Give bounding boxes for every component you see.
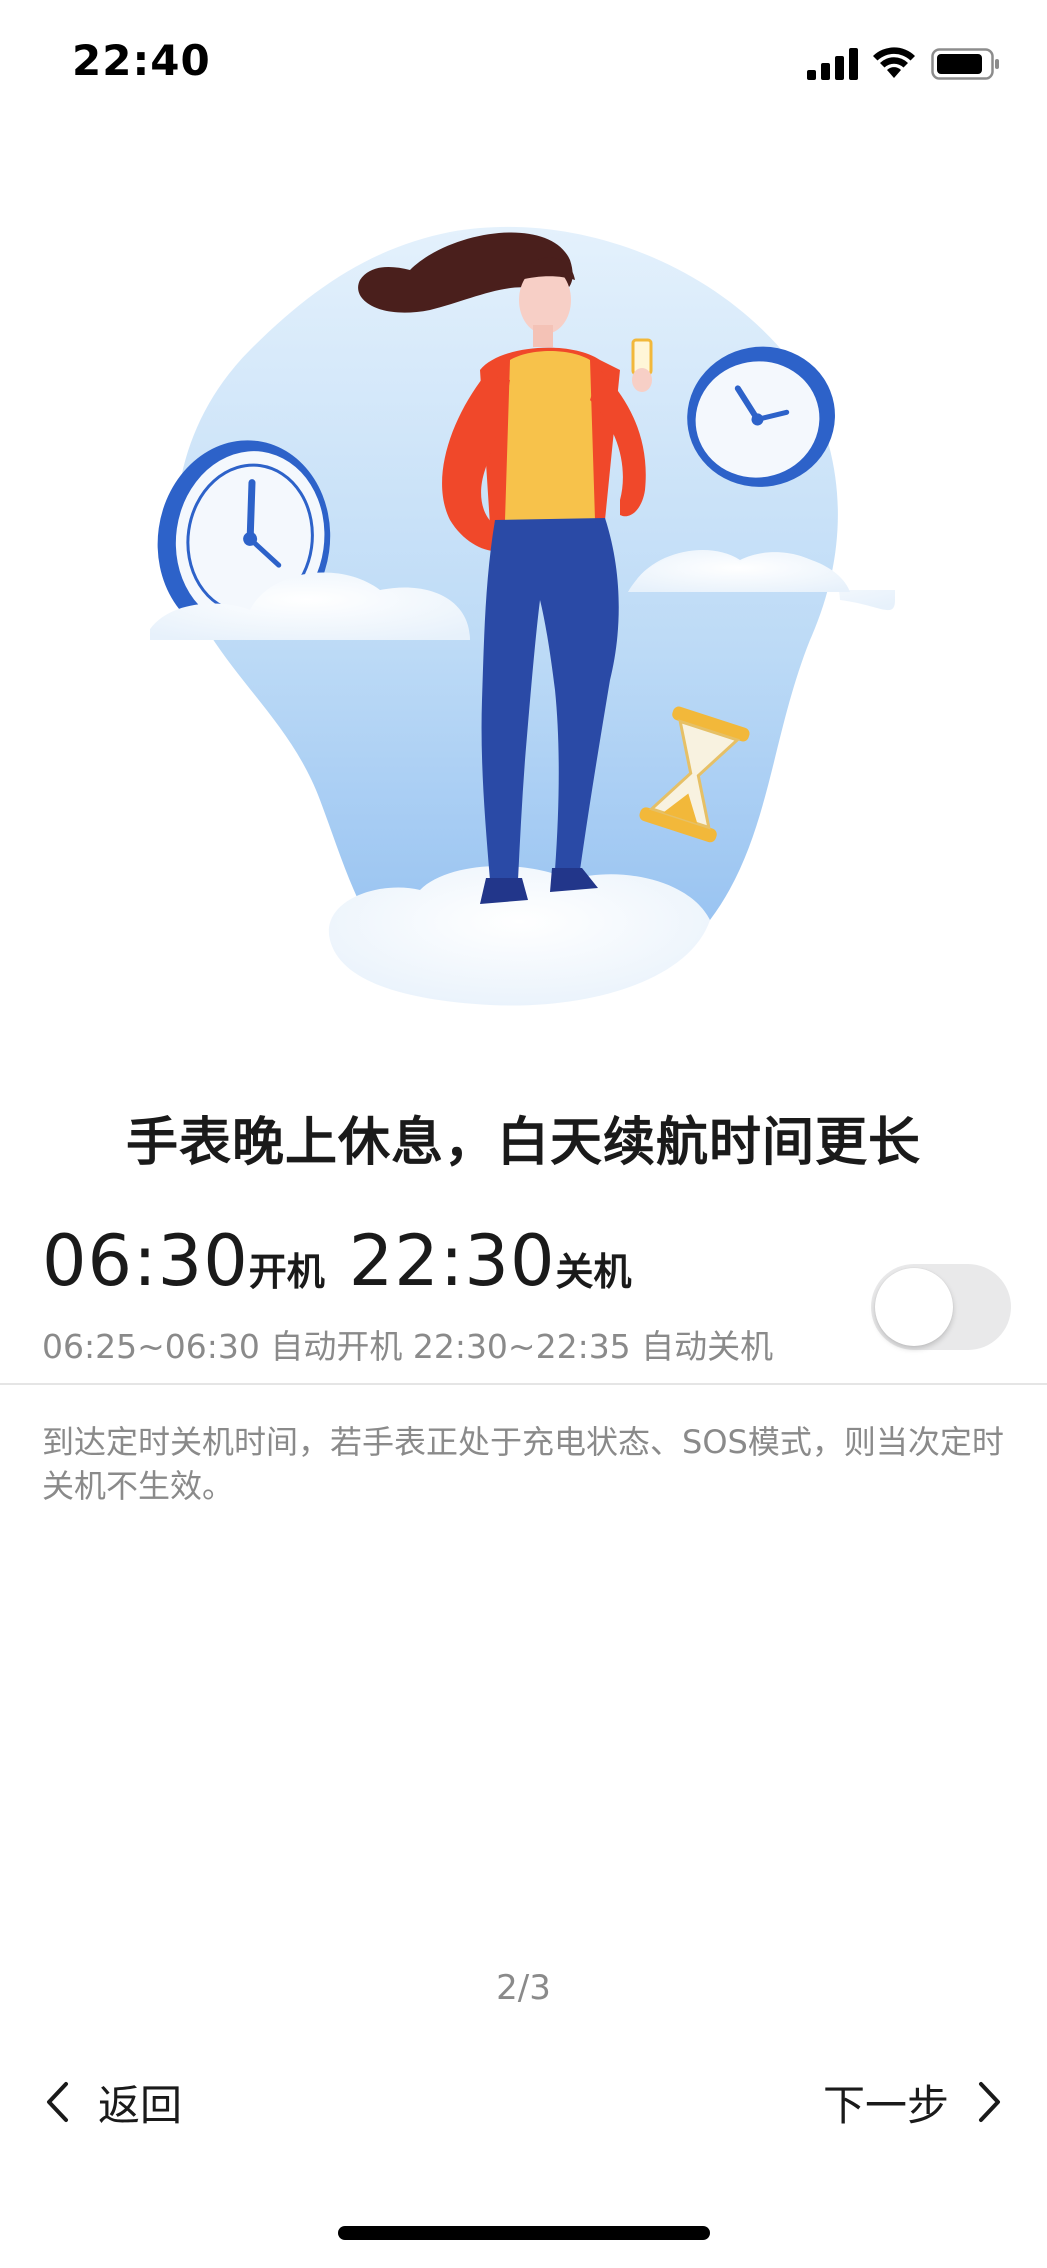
schedule-times: 06:30开机 22:30关机 <box>42 1220 656 1302</box>
back-button[interactable]: 返回 <box>44 2070 182 2134</box>
next-label: 下一步 <box>822 2080 949 2130</box>
status-bar: 22:40 <box>0 0 1047 130</box>
divider <box>0 1383 1047 1385</box>
power-on-time: 06:30 <box>42 1220 249 1302</box>
schedule-row: 06:30开机 22:30关机 06:25~06:30 自动开机 22:30~22… <box>0 1220 1047 1380</box>
status-icons <box>807 42 1007 86</box>
page-headline: 手表晚上休息，白天续航时间更长 <box>125 1113 921 1173</box>
chevron-left-icon <box>47 2082 68 2122</box>
schedule-detail: 06:25~06:30 自动开机 22:30~22:35 自动关机 <box>42 1327 774 1366</box>
woman-with-clocks-illustration <box>150 226 895 1006</box>
battery-icon <box>931 48 999 80</box>
back-label: 返回 <box>98 2080 183 2130</box>
page-indicator: 2/3 <box>496 1968 551 2008</box>
power-on-label: 开机 <box>248 1250 325 1294</box>
chevron-right-icon <box>979 2082 1000 2122</box>
toggle-knob <box>875 1268 953 1346</box>
schedule-note: 到达定时关机时间，若手表正处于充电状态、SOS模式，则当次定时关机不生效。 <box>42 1423 1004 1505</box>
status-time: 22:40 <box>72 36 211 85</box>
next-button[interactable]: 下一步 <box>823 2070 1003 2134</box>
home-indicator[interactable] <box>338 2226 710 2240</box>
power-off-label: 关机 <box>555 1250 632 1294</box>
power-off-time: 22:30 <box>348 1220 556 1302</box>
wifi-icon <box>873 47 915 78</box>
signal-icon <box>807 48 858 80</box>
schedule-toggle[interactable] <box>871 1264 1011 1350</box>
